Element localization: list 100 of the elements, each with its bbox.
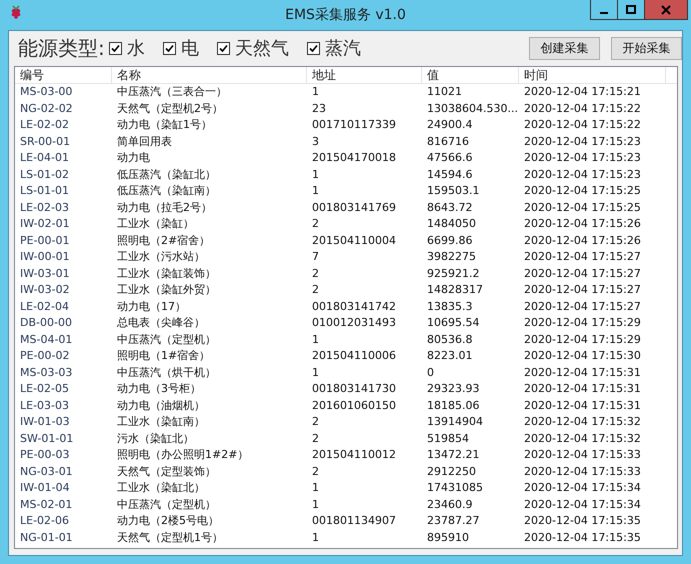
table-cell-text: SW-01-01 [19,430,74,446]
table-cell-text: 23 [311,100,327,116]
table-cell-text: 2020-12-04 17:15:32 [523,430,642,446]
table-cell-text: 2020-12-04 17:15:30 [523,348,642,364]
checkbox-label[interactable]: 电 [180,36,199,60]
checkbox[interactable] [108,42,122,54]
raspberry-icon [10,5,22,19]
checkbox[interactable] [162,42,176,54]
action-button[interactable]: 创建采集 [529,36,600,60]
table-cell-text: 201601060150 [311,398,397,414]
column-header[interactable]: 名称 [112,67,307,83]
table-cell-text: PE-00-03 [19,447,71,463]
table-cell-text: 污水（染缸北） [116,430,195,446]
column-header[interactable]: 值 [422,67,519,83]
table-cell-text: 2020-12-04 17:15:34 [523,496,642,512]
column-header[interactable]: 编号 [15,67,112,83]
minimize-button[interactable] [590,0,618,20]
table-cell-text: 照明电（办公照明1#2#） [116,447,250,463]
table-cell-text: 1 [311,496,320,512]
column-header[interactable]: 地址 [307,67,422,83]
table-cell-text: IW-00-01 [19,249,71,265]
table-cell-text: LE-02-06 [19,513,70,529]
table-cell-text: 23460.9 [426,496,474,512]
table-cell-text: 总电表（尖峰谷） [116,315,206,331]
table-cell-text: LE-02-03 [19,200,70,216]
table-cell-text: 2020-12-04 17:15:25 [523,183,642,199]
table-cell-text: 2020-12-04 17:15:23 [523,134,642,150]
table-cell-text: 2020-12-04 17:15:23 [523,150,642,166]
close-button[interactable] [644,0,688,20]
window-title: EMS采集服务 v1.0 [285,6,406,24]
table-cell-text: 1 [311,183,320,199]
table-cell-text: LS-01-01 [19,183,70,199]
table-cell-text: 001803141769 [311,200,397,216]
table-cell-text: 13472.21 [426,447,480,463]
table-cell-text: 159503.1 [426,183,480,199]
table-cell-text: 47566.6 [426,150,474,166]
table-cell-text: 2020-12-04 17:15:25 [523,200,642,216]
table-cell-text: 3 [311,134,320,150]
table-cell-text: PE-00-01 [19,232,71,248]
table-cell-text: 2020-12-04 17:15:22 [523,117,642,133]
table-cell-text: 2020-12-04 17:15:26 [523,232,642,248]
table-cell-text: 天然气（定型机2号） [116,100,224,116]
table-cell-text: 动力电（3号柜） [116,381,202,397]
table-cell-text: LE-04-01 [19,150,70,166]
table-cell-text: NG-01-01 [19,530,74,546]
table-cell-text: 14828317 [426,282,484,298]
table-cell-text: LE-02-05 [19,381,70,397]
table-cell-text: 动力电（染缸1号） [116,117,213,133]
table-cell-text: 895910 [426,530,470,546]
table-cell-text: 2020-12-04 17:15:35 [523,513,642,529]
table-cell-text: 2 [311,430,320,446]
table-cell-text: 2 [311,282,320,298]
table-cell-text: 工业水（染缸） [116,216,195,232]
table-cell-text: 工业水（染缸南） [116,414,206,430]
table-cell-text: MS-03-03 [19,364,74,380]
checkbox[interactable] [216,42,230,54]
maximize-icon [626,4,636,14]
table-cell-text: 14594.6 [426,166,474,182]
table-cell-text: 29323.93 [426,381,480,397]
table-cell-text: 2020-12-04 17:15:31 [523,381,642,397]
table-cell-text: 24900.4 [426,117,474,133]
checkbox-label[interactable]: 水 [126,36,145,60]
checkbox-label[interactable]: 蒸汽 [324,36,361,60]
table-cell-text: MS-03-00 [19,84,74,100]
table-cell-text: 0 [426,364,435,380]
table-cell-text: 1 [311,480,320,496]
checkbox[interactable] [306,42,320,54]
table-cell-text: 001801134907 [311,513,397,529]
table-cell-text: 3982275 [426,249,477,265]
table-cell-text: LE-02-02 [19,117,70,133]
table-cell-text: NG-02-02 [19,100,74,116]
table-cell-text: 8643.72 [426,200,474,216]
table-cell-text: 2020-12-04 17:15:23 [523,166,642,182]
table-cell-text: LS-01-02 [19,166,70,182]
table-cell-text: 1 [311,84,320,100]
checkbox-label[interactable]: 天然气 [234,36,289,60]
table-cell-text: 动力电（拉毛2号） [116,200,213,216]
table-cell-text: 工业水（染缸装饰） [116,266,217,282]
table-cell-text: 中压蒸汽（定型机） [116,496,217,512]
minimize-icon [600,12,608,14]
action-button[interactable]: 开始采集 [611,36,682,60]
table-cell-text: 1484050 [426,216,477,232]
table-cell-text: 2020-12-04 17:15:21 [523,84,642,100]
column-header[interactable]: 时间 [519,67,666,83]
table-cell-text: IW-01-04 [19,480,71,496]
table-cell-text: 工业水（污水站） [116,249,206,265]
table-cell-text: 1 [311,332,320,348]
table-cell-text: 2020-12-04 17:15:31 [523,364,642,380]
table-cell-text: 2912250 [426,464,477,480]
table-cell-text: 2 [311,266,320,282]
table-cell-text: 010012031493 [311,315,397,331]
table-cell-text: 2020-12-04 17:15:22 [523,100,642,116]
table-cell-text: 天然气（定型机1号） [116,530,224,546]
table-cell-text: MS-04-01 [19,332,74,348]
table-cell-text: 2020-12-04 17:15:33 [523,464,642,480]
table-cell-text: 2020-12-04 17:15:32 [523,414,642,430]
table-cell-text: 1 [311,364,320,380]
table-cell-text: 925921.2 [426,266,480,282]
table-cell-text: 2 [311,414,320,430]
table-cell-text: 201504170018 [311,150,397,166]
